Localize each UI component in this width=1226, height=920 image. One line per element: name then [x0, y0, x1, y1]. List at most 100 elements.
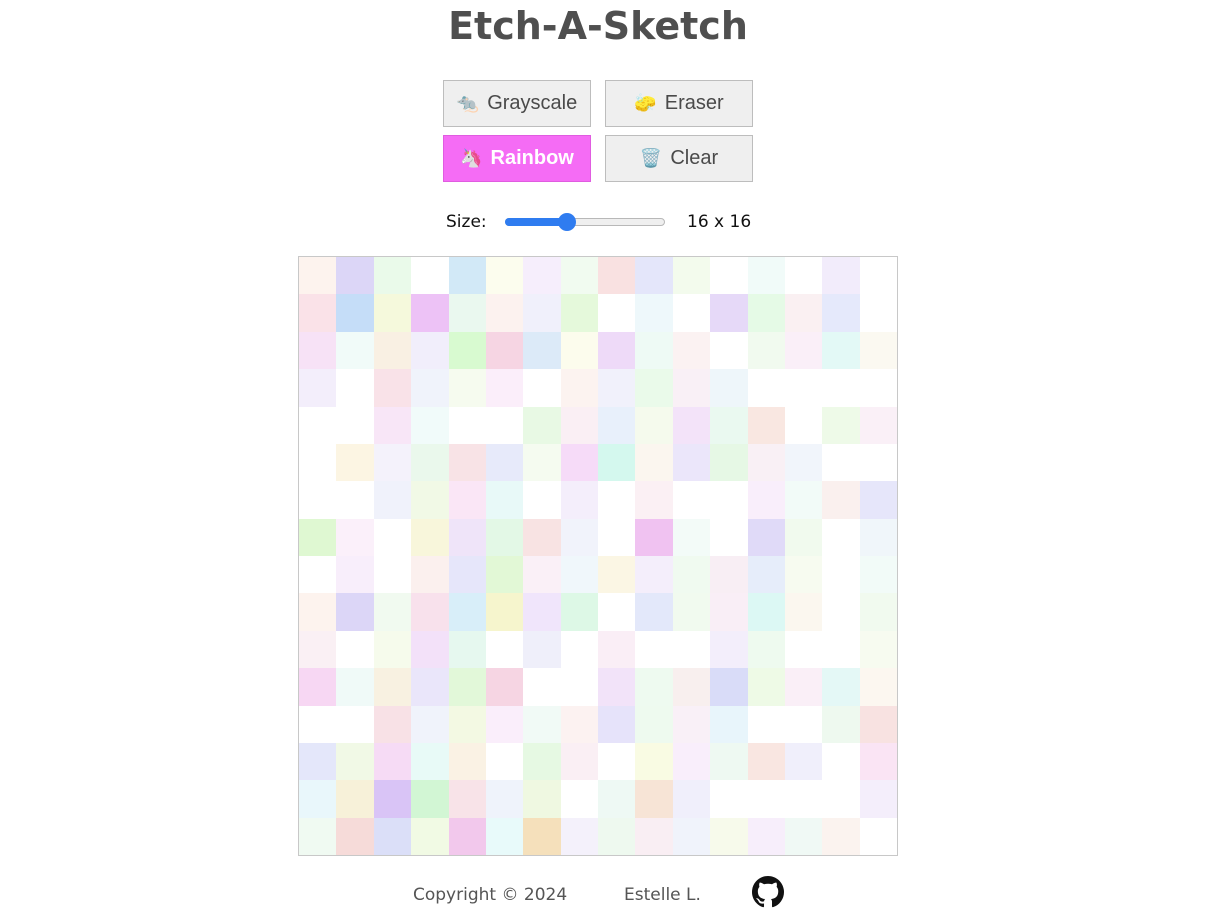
grid-cell[interactable]	[411, 369, 449, 407]
grid-cell[interactable]	[747, 593, 785, 631]
grid-cell[interactable]	[448, 593, 486, 631]
grid-cell[interactable]	[747, 481, 785, 519]
grid-cell[interactable]	[411, 331, 449, 370]
eraser-button[interactable]: 🧽 Eraser	[605, 80, 753, 127]
grid-cell[interactable]	[784, 406, 823, 444]
grid-cell[interactable]	[822, 742, 860, 781]
grid-cell[interactable]	[822, 406, 860, 444]
grid-cell[interactable]	[822, 481, 860, 519]
grayscale-button[interactable]: 🐀 Grayscale	[443, 80, 591, 127]
grid-cell[interactable]	[784, 518, 823, 556]
grid-cell[interactable]	[635, 817, 673, 855]
grid-cell[interactable]	[672, 331, 711, 370]
grid-cell[interactable]	[560, 817, 598, 855]
grid-cell[interactable]	[747, 443, 785, 482]
grid-cell[interactable]	[411, 443, 449, 482]
grid-cell[interactable]	[672, 780, 711, 818]
grid-cell[interactable]	[373, 742, 412, 781]
grid-cell[interactable]	[635, 780, 673, 818]
grid-cell[interactable]	[635, 331, 673, 370]
grid-cell[interactable]	[523, 780, 561, 818]
grid-cell[interactable]	[635, 369, 673, 407]
grid-cell[interactable]	[784, 780, 823, 818]
grid-cell[interactable]	[373, 705, 412, 743]
grid-cell[interactable]	[299, 481, 337, 519]
size-slider[interactable]	[505, 213, 665, 231]
grid-cell[interactable]	[523, 518, 561, 556]
grid-cell[interactable]	[822, 668, 860, 706]
grid-cell[interactable]	[560, 668, 598, 706]
grid-cell[interactable]	[859, 817, 897, 855]
grid-cell[interactable]	[822, 705, 860, 743]
grid-cell[interactable]	[336, 294, 374, 332]
grid-cell[interactable]	[672, 257, 711, 295]
grid-cell[interactable]	[598, 742, 636, 781]
grid-cell[interactable]	[448, 668, 486, 706]
slider-thumb[interactable]	[558, 213, 576, 231]
grid-cell[interactable]	[523, 556, 561, 594]
grid-cell[interactable]	[822, 556, 860, 594]
grid-cell[interactable]	[672, 518, 711, 556]
grid-cell[interactable]	[373, 369, 412, 407]
grid-cell[interactable]	[822, 630, 860, 669]
grid-cell[interactable]	[598, 780, 636, 818]
grid-cell[interactable]	[598, 369, 636, 407]
grid-cell[interactable]	[411, 668, 449, 706]
grid-cell[interactable]	[299, 630, 337, 669]
grid-cell[interactable]	[672, 742, 711, 781]
grid-cell[interactable]	[299, 817, 337, 855]
grid-cell[interactable]	[299, 593, 337, 631]
grid-cell[interactable]	[336, 481, 374, 519]
grid-cell[interactable]	[784, 630, 823, 669]
grid-cell[interactable]	[448, 556, 486, 594]
grid-cell[interactable]	[710, 331, 748, 370]
grid-cell[interactable]	[299, 668, 337, 706]
grid-cell[interactable]	[485, 443, 524, 482]
grid-cell[interactable]	[485, 294, 524, 332]
grid-cell[interactable]	[373, 294, 412, 332]
grid-cell[interactable]	[784, 369, 823, 407]
grid-cell[interactable]	[822, 780, 860, 818]
grid-cell[interactable]	[747, 518, 785, 556]
grid-cell[interactable]	[822, 369, 860, 407]
grid-cell[interactable]	[523, 817, 561, 855]
grid-cell[interactable]	[336, 331, 374, 370]
grid-cell[interactable]	[822, 331, 860, 370]
grid-cell[interactable]	[672, 593, 711, 631]
grid-cell[interactable]	[598, 518, 636, 556]
grid-cell[interactable]	[373, 630, 412, 669]
grid-cell[interactable]	[747, 668, 785, 706]
grid-cell[interactable]	[299, 518, 337, 556]
grid-cell[interactable]	[485, 630, 524, 669]
grid-cell[interactable]	[411, 294, 449, 332]
grid-cell[interactable]	[373, 406, 412, 444]
grid-cell[interactable]	[336, 369, 374, 407]
grid-cell[interactable]	[747, 742, 785, 781]
grid-cell[interactable]	[710, 481, 748, 519]
grid-cell[interactable]	[336, 742, 374, 781]
grid-cell[interactable]	[299, 443, 337, 482]
grid-cell[interactable]	[411, 556, 449, 594]
grid-cell[interactable]	[523, 443, 561, 482]
grid-cell[interactable]	[859, 630, 897, 669]
grid-cell[interactable]	[635, 668, 673, 706]
grid-cell[interactable]	[784, 668, 823, 706]
grid-cell[interactable]	[448, 369, 486, 407]
grid-cell[interactable]	[598, 406, 636, 444]
clear-button[interactable]: 🗑️ Clear	[605, 135, 753, 182]
grid-cell[interactable]	[448, 443, 486, 482]
grid-cell[interactable]	[299, 369, 337, 407]
grid-cell[interactable]	[448, 817, 486, 855]
grid-cell[interactable]	[336, 780, 374, 818]
grid-cell[interactable]	[598, 481, 636, 519]
grid-cell[interactable]	[448, 705, 486, 743]
grid-cell[interactable]	[635, 593, 673, 631]
grid-cell[interactable]	[448, 331, 486, 370]
grid-cell[interactable]	[523, 294, 561, 332]
grid-cell[interactable]	[672, 668, 711, 706]
grid-cell[interactable]	[672, 369, 711, 407]
grid-cell[interactable]	[336, 257, 374, 295]
grid-cell[interactable]	[635, 406, 673, 444]
grid-cell[interactable]	[523, 257, 561, 295]
grid-cell[interactable]	[859, 331, 897, 370]
